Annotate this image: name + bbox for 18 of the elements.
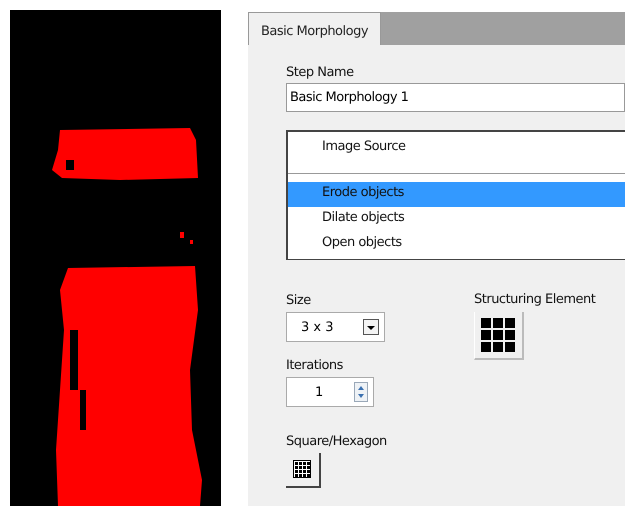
field-label: Step Name [286, 65, 354, 80]
grid-icon [293, 460, 311, 478]
step-name-field[interactable]: Basic Morphology 1 [286, 83, 625, 112]
spinner-arrows-icon [354, 382, 368, 402]
field-label: Size [286, 293, 311, 308]
list-item[interactable]: Erode objects [288, 182, 625, 207]
list-item[interactable]: Open objects [288, 232, 625, 257]
tab[interactable]: Basic Morphology [248, 12, 382, 45]
list-item[interactable]: Dilate objects [288, 207, 625, 232]
caret-icon [363, 319, 379, 335]
iterations-spinner[interactable]: 1 [286, 377, 374, 407]
structuring-element-button[interactable] [474, 312, 524, 360]
size-dropdown[interactable]: 3 x 3 [286, 312, 385, 342]
field-label: Iterations [286, 358, 343, 373]
field-label: Structuring Element [474, 292, 596, 307]
list-item[interactable]: Image Source [288, 136, 625, 161]
field-label: Square/Hexagon [286, 434, 387, 449]
grid-icon [480, 317, 516, 353]
